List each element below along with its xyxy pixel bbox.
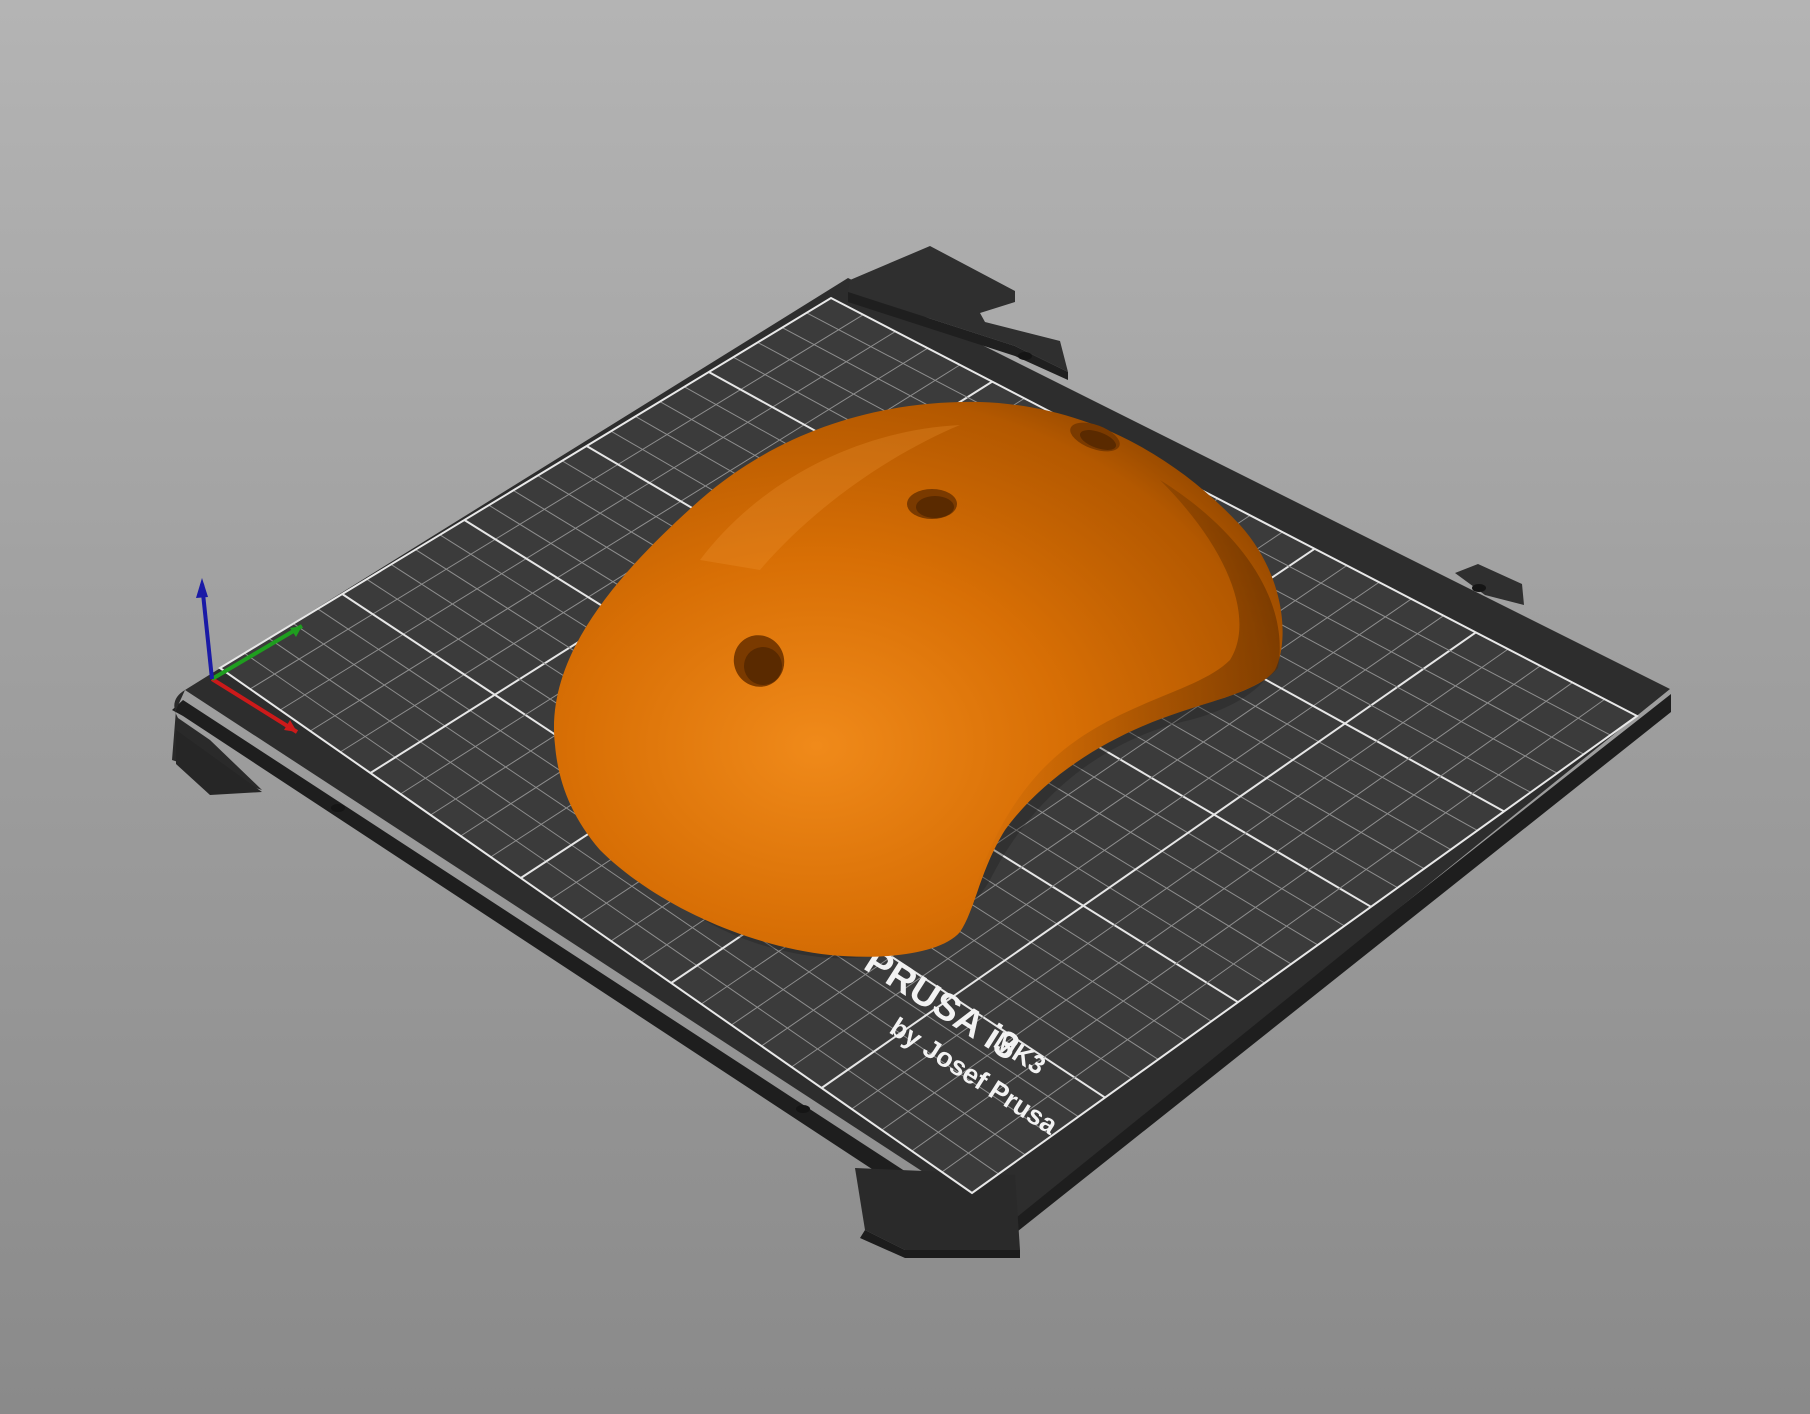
- 3d-viewport[interactable]: PRUSA i3 MK3 by Josef Prusa: [0, 0, 1810, 1414]
- screw-hole: [331, 804, 345, 812]
- scene-canvas[interactable]: PRUSA i3 MK3 by Josef Prusa: [0, 0, 1810, 1414]
- model-hole: [907, 489, 957, 519]
- screw-hole: [1018, 352, 1032, 360]
- screw-hole: [796, 1105, 810, 1113]
- z-axis: [200, 583, 214, 680]
- screw-hole: [1472, 584, 1486, 592]
